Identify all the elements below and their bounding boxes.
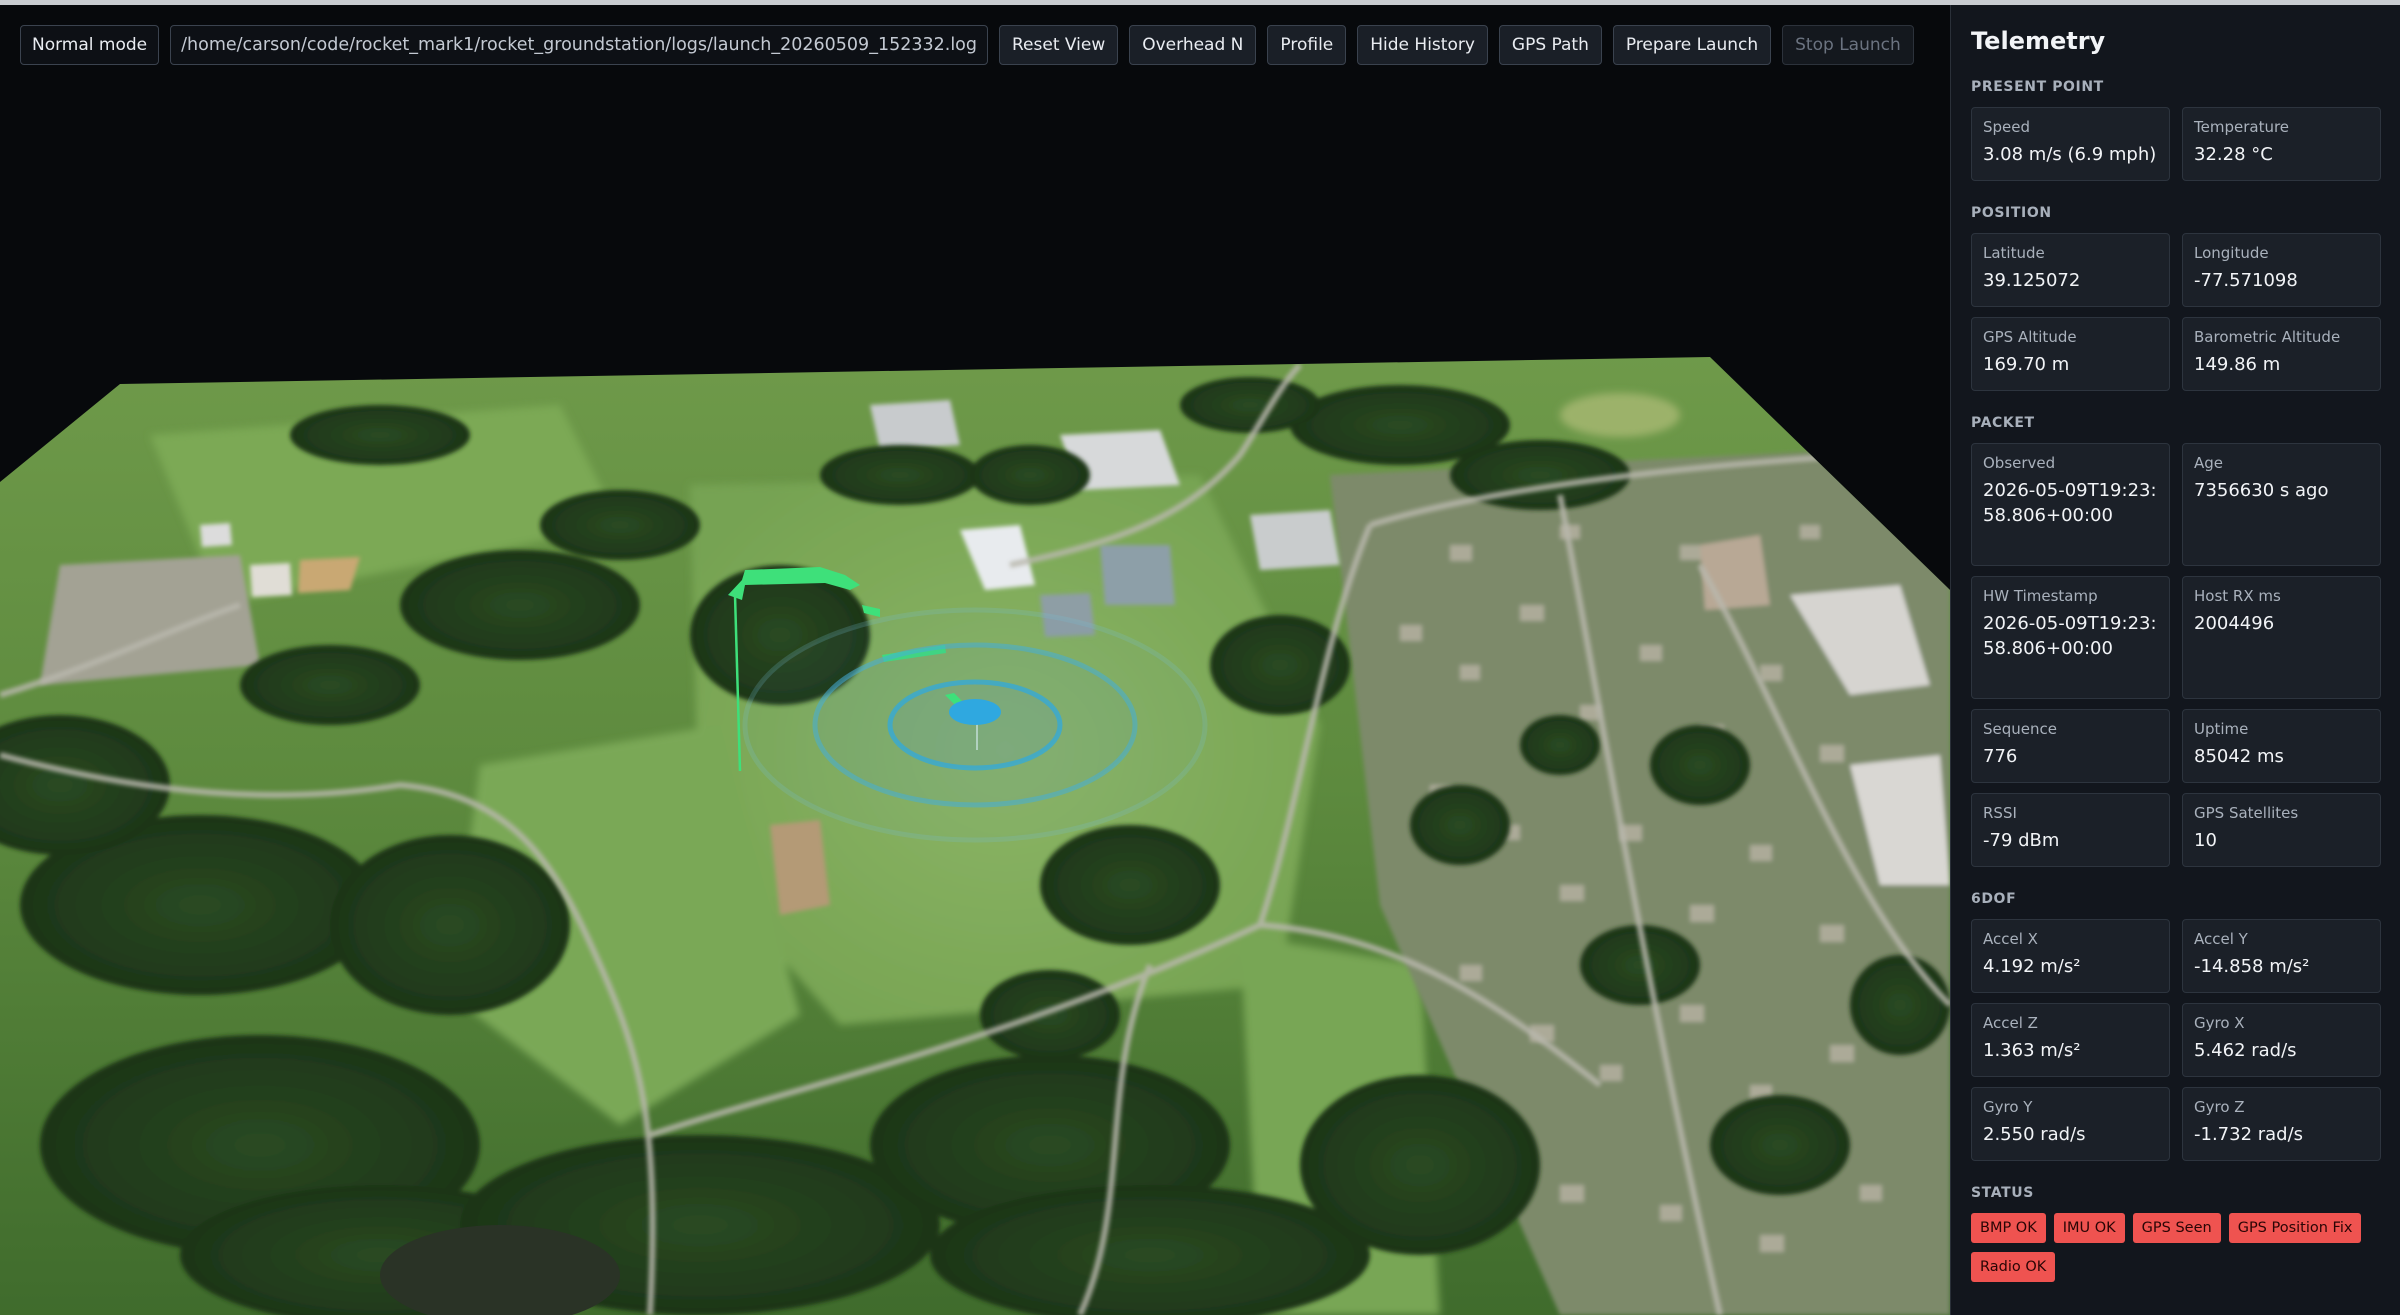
rssi-label: RSSI (1983, 804, 2017, 822)
sequence-label: Sequence (1983, 720, 2057, 738)
map-toolbar: Normal mode /home/carson/code/rocket_mar… (20, 25, 1914, 65)
status-badge-radio: Radio OK (1971, 1252, 2056, 1282)
speed-card: Speed 3.08 m/s (6.9 mph) (1971, 107, 2170, 181)
uptime-card: Uptime 85042 ms (2182, 709, 2381, 783)
speed-value: 3.08 m/s (6.9 mph) (1983, 144, 2157, 165)
observed-label: Observed (1983, 454, 2056, 472)
host-rx-label: Host RX ms (2194, 587, 2281, 605)
gyro-z-value: -1.732 rad/s (2194, 1124, 2304, 1145)
map-3d-viewport[interactable]: Normal mode /home/carson/code/rocket_mar… (0, 5, 1950, 1315)
status-badge-imu: IMU OK (2053, 1213, 2125, 1243)
mode-indicator[interactable]: Normal mode (20, 25, 160, 65)
age-label: Age (2194, 454, 2224, 472)
gyro-y-value: 2.550 rad/s (1983, 1124, 2086, 1145)
stop-launch-button[interactable]: Stop Launch (1782, 25, 1914, 65)
accel-z-card: Accel Z 1.363 m/s² (1971, 1003, 2170, 1077)
age-value: 7356630 s ago (2194, 480, 2329, 501)
host-rx-card: Host RX ms 2004496 (2182, 576, 2381, 699)
speed-label: Speed (1983, 118, 2031, 136)
reset-view-button[interactable]: Reset View (999, 25, 1119, 65)
gyro-y-card: Gyro Y 2.550 rad/s (1971, 1087, 2170, 1161)
accel-z-value: 1.363 m/s² (1983, 1040, 2081, 1061)
hw-timestamp-label: HW Timestamp (1983, 587, 2098, 605)
rssi-value: -79 dBm (1983, 830, 2060, 851)
age-card: Age 7356630 s ago (2182, 443, 2381, 566)
prepare-launch-button[interactable]: Prepare Launch (1612, 25, 1772, 65)
gyro-z-card: Gyro Z -1.732 rad/s (2182, 1087, 2381, 1161)
present-point-section-label: PRESENT POINT (1971, 79, 2104, 95)
gyro-z-label: Gyro Z (2194, 1098, 2245, 1116)
accel-x-label: Accel X (1983, 930, 2038, 948)
gps-altitude-label: GPS Altitude (1983, 328, 2077, 346)
barometric-altitude-label: Barometric Altitude (2194, 328, 2341, 346)
status-badges: BMP OK IMU OK GPS Seen GPS Position Fix … (1971, 1213, 2381, 1282)
sequence-value: 776 (1983, 746, 2018, 767)
accel-x-value: 4.192 m/s² (1983, 956, 2081, 977)
status-badge-gps-seen: GPS Seen (2132, 1213, 2221, 1243)
gps-satellites-label: GPS Satellites (2194, 804, 2299, 822)
hw-timestamp-card: HW Timestamp 2026-05-09T19:23:58.806+00:… (1971, 576, 2170, 699)
observed-value: 2026-05-09T19:23:58.806+00:00 (1983, 480, 2157, 526)
temperature-card: Temperature 32.28 °C (2182, 107, 2381, 181)
rssi-card: RSSI -79 dBm (1971, 793, 2170, 867)
temperature-label: Temperature (2194, 118, 2290, 136)
accel-y-card: Accel Y -14.858 m/s² (2182, 919, 2381, 993)
sequence-card: Sequence 776 (1971, 709, 2170, 783)
barometric-altitude-card: Barometric Altitude 149.86 m (2182, 317, 2381, 391)
packet-grid: Observed 2026-05-09T19:23:58.806+00:00 A… (1971, 443, 2381, 867)
status-badge-bmp: BMP OK (1971, 1213, 2046, 1243)
latitude-value: 39.125072 (1983, 270, 2081, 291)
hw-timestamp-value: 2026-05-09T19:23:58.806+00:00 (1983, 613, 2157, 659)
accel-y-label: Accel Y (2194, 930, 2248, 948)
accel-x-card: Accel X 4.192 m/s² (1971, 919, 2170, 993)
gyro-x-card: Gyro X 5.462 rad/s (2182, 1003, 2381, 1077)
observed-card: Observed 2026-05-09T19:23:58.806+00:00 (1971, 443, 2170, 566)
telemetry-title: Telemetry (1971, 27, 2106, 55)
gps-altitude-value: 169.70 m (1983, 354, 2070, 375)
latitude-label: Latitude (1983, 244, 2045, 262)
sixdof-grid: Accel X 4.192 m/s² Accel Y -14.858 m/s² … (1971, 919, 2381, 1161)
gyro-y-label: Gyro Y (1983, 1098, 2033, 1116)
gps-altitude-card: GPS Altitude 169.70 m (1971, 317, 2170, 391)
window-top-strip (0, 0, 2400, 5)
longitude-card: Longitude -77.571098 (2182, 233, 2381, 307)
gps-satellites-card: GPS Satellites 10 (2182, 793, 2381, 867)
position-section-label: POSITION (1971, 205, 2052, 221)
present-point-grid: Speed 3.08 m/s (6.9 mph) Temperature 32.… (1971, 107, 2381, 181)
position-grid: Latitude 39.125072 Longitude -77.571098 … (1971, 233, 2381, 391)
packet-section-label: PACKET (1971, 415, 2035, 431)
gyro-x-value: 5.462 rad/s (2194, 1040, 2297, 1061)
longitude-value: -77.571098 (2194, 270, 2298, 291)
gyro-x-label: Gyro X (2194, 1014, 2245, 1032)
accel-y-value: -14.858 m/s² (2194, 956, 2310, 977)
gps-satellites-value: 10 (2194, 830, 2217, 851)
hide-history-button[interactable]: Hide History (1357, 25, 1488, 65)
latitude-card: Latitude 39.125072 (1971, 233, 2170, 307)
log-file-path-field[interactable]: /home/carson/code/rocket_mark1/rocket_gr… (170, 25, 988, 65)
gps-path-button[interactable]: GPS Path (1498, 25, 1602, 65)
longitude-label: Longitude (2194, 244, 2269, 262)
profile-button[interactable]: Profile (1267, 25, 1347, 65)
sixdof-section-label: 6DOF (1971, 891, 2017, 907)
barometric-altitude-value: 149.86 m (2194, 354, 2281, 375)
accel-z-label: Accel Z (1983, 1014, 2038, 1032)
host-rx-value: 2004496 (2194, 613, 2275, 634)
overhead-north-button[interactable]: Overhead N (1129, 25, 1257, 65)
uptime-label: Uptime (2194, 720, 2249, 738)
telemetry-sidebar: Telemetry PRESENT POINT Speed 3.08 m/s (… (1950, 5, 2400, 1315)
temperature-value: 32.28 °C (2194, 144, 2273, 165)
uptime-value: 85042 ms (2194, 746, 2284, 767)
status-section-label: STATUS (1971, 1185, 2034, 1201)
status-badge-gps-fix: GPS Position Fix (2228, 1213, 2362, 1243)
map-scene[interactable] (0, 5, 1950, 1315)
